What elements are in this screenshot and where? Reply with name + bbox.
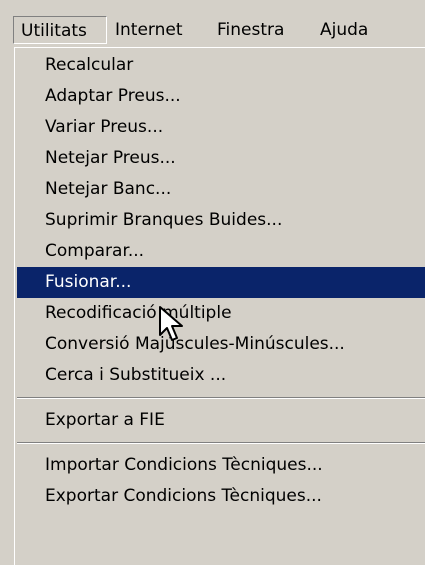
menu-separator xyxy=(17,391,425,405)
menu-ajuda[interactable]: Ajuda xyxy=(313,16,399,44)
menu-finestra[interactable]: Finestra xyxy=(210,16,310,44)
menu-separator xyxy=(17,436,425,450)
menu-utilitats[interactable]: Utilitats xyxy=(13,16,107,44)
menu-item-exportar-a-fie[interactable]: Exportar a FIE xyxy=(17,405,425,436)
menu-item-adaptar-preus[interactable]: Adaptar Preus... xyxy=(17,81,425,112)
menu-item-netejar-preus[interactable]: Netejar Preus... xyxy=(17,143,425,174)
menu-item-suprimir-branques-buides[interactable]: Suprimir Branques Buides... xyxy=(17,205,425,236)
application-window: Utilitats Internet Finestra Ajuda Recalc… xyxy=(0,0,425,565)
menu-item-variar-preus[interactable]: Variar Preus... xyxy=(17,112,425,143)
menu-item-cerca-i-substitueix[interactable]: Cerca i Substitueix ... xyxy=(17,360,425,391)
menu-item-conversio-majuscules-minuscules[interactable]: Conversió Majúscules-Minúscules... xyxy=(17,329,425,360)
utilitats-dropdown-menu: Recalcular Adaptar Preus... Variar Preus… xyxy=(13,46,425,565)
menu-bar: Utilitats Internet Finestra Ajuda xyxy=(0,0,425,46)
menu-item-importar-condicions-tecniques[interactable]: Importar Condicions Tècniques... xyxy=(17,450,425,481)
menu-item-comparar[interactable]: Comparar... xyxy=(17,236,425,267)
menu-item-exportar-condicions-tecniques[interactable]: Exportar Condicions Tècniques... xyxy=(17,481,425,512)
menu-item-netejar-banc[interactable]: Netejar Banc... xyxy=(17,174,425,205)
menu-item-fusionar[interactable]: Fusionar... xyxy=(17,267,425,298)
menu-item-recalcular[interactable]: Recalcular xyxy=(17,50,425,81)
menu-internet[interactable]: Internet xyxy=(108,16,208,44)
menu-item-recodificacio-multiple[interactable]: Recodificació múltiple xyxy=(17,298,425,329)
